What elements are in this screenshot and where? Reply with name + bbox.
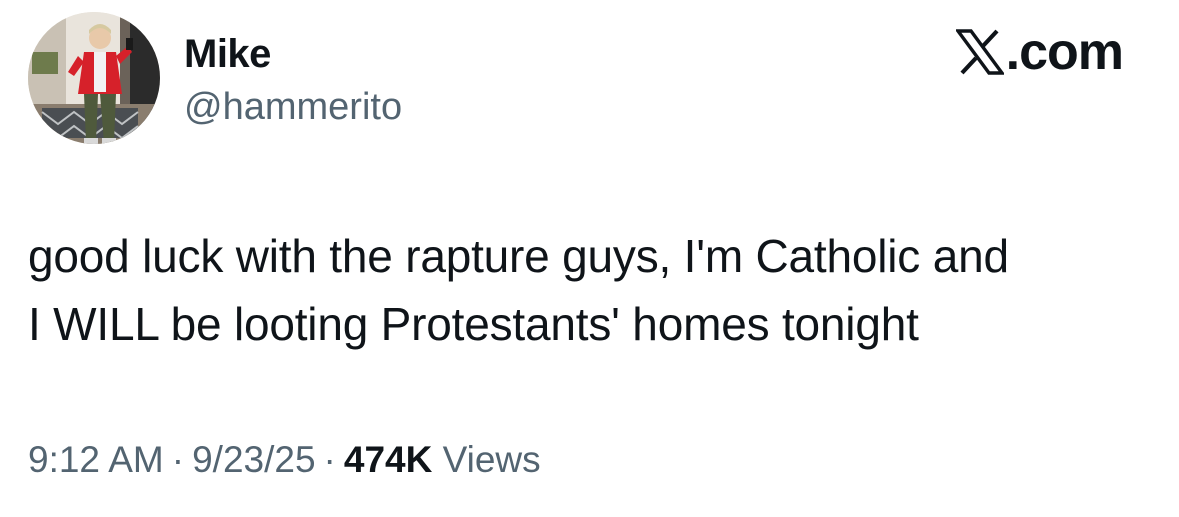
x-logo-icon xyxy=(954,29,1005,75)
author-handle[interactable]: @hammerito xyxy=(184,84,402,130)
brand-suffix: .com xyxy=(1005,23,1124,81)
meta-separator: · xyxy=(171,439,185,480)
author-display-name[interactable]: Mike xyxy=(184,30,271,78)
brand-watermark: .com xyxy=(954,23,1124,81)
tweet-card: Mike @hammerito .com good luck with the … xyxy=(0,0,1179,517)
avatar[interactable] xyxy=(28,12,160,144)
tweet-text-line: I WILL be looting Protestants' homes ton… xyxy=(28,298,919,350)
avatar-photo xyxy=(28,12,160,144)
meta-separator: · xyxy=(323,439,336,480)
tweet-time[interactable]: 9:12 AM xyxy=(28,439,164,480)
tweet-text: good luck with the rapture guys, I'm Cat… xyxy=(28,222,1158,358)
tweet-date[interactable]: 9/23/25 xyxy=(192,439,315,480)
tweet-text-line: good luck with the rapture guys, I'm Cat… xyxy=(28,230,1009,282)
views-label: Views xyxy=(442,439,541,480)
tweet-meta: 9:12 AM · 9/23/25 · 474K Views xyxy=(28,434,541,486)
views-count[interactable]: 474K xyxy=(344,439,432,480)
